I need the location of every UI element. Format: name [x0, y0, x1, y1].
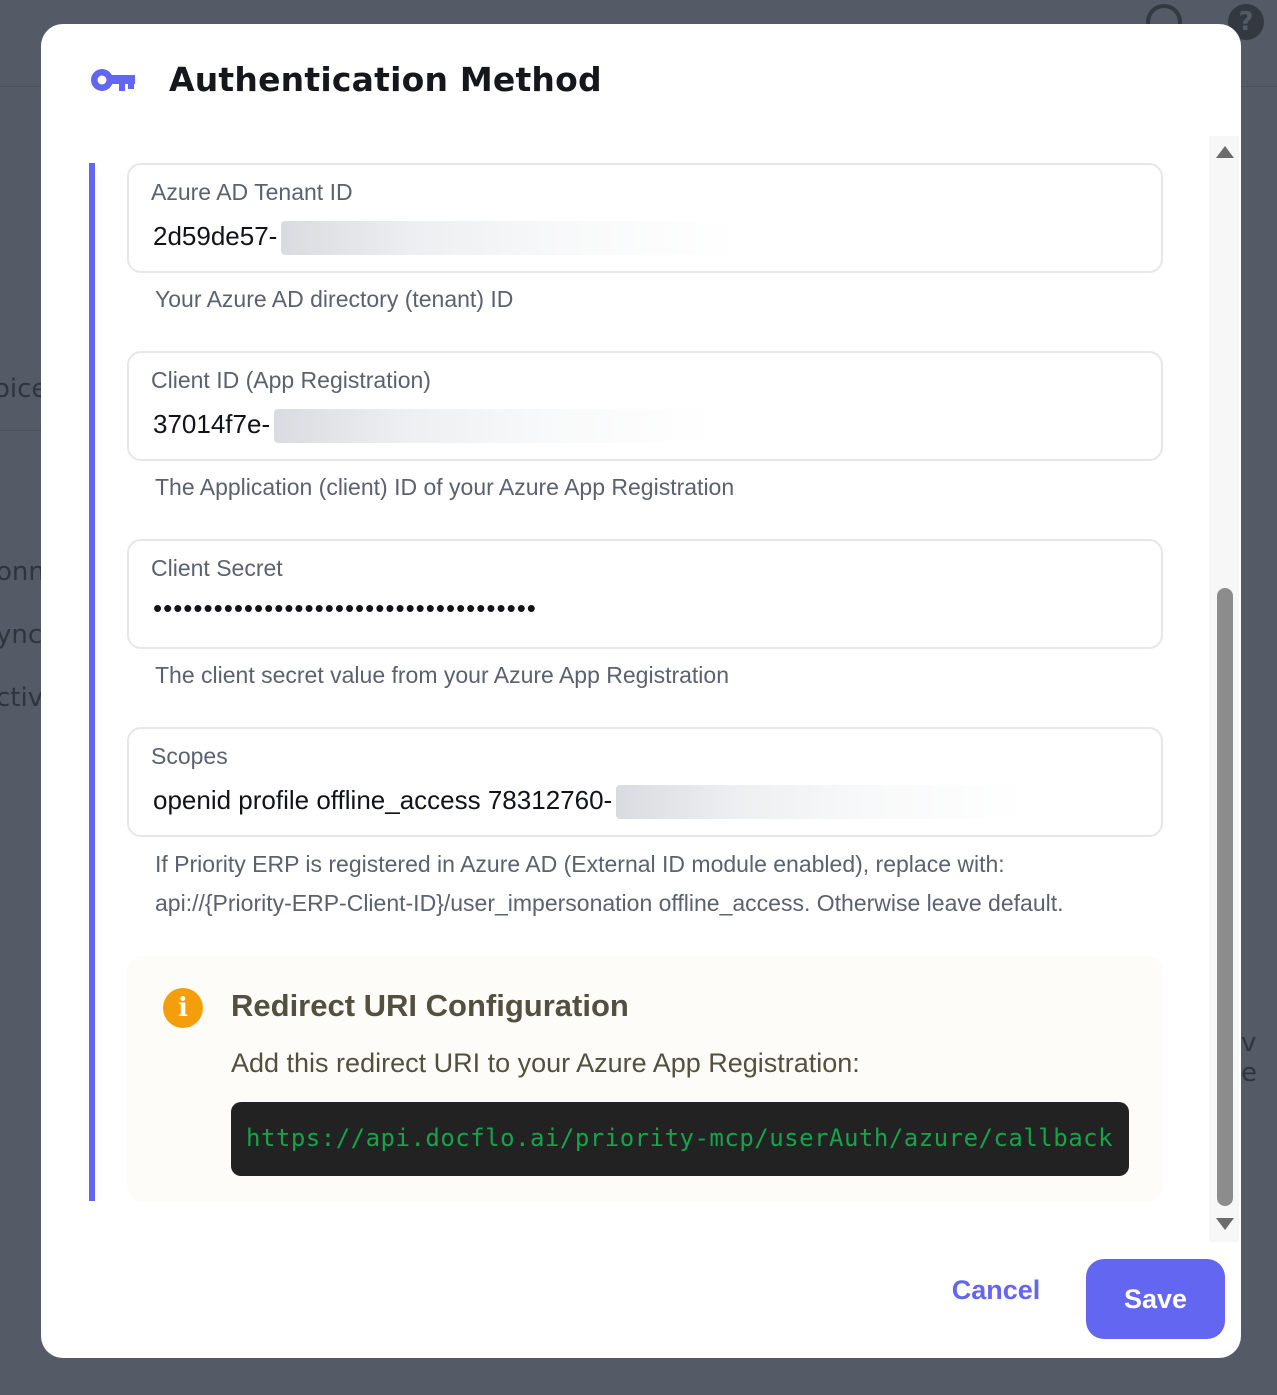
- dialog-body: Azure AD Tenant ID 2d59de57- Your Azure …: [41, 136, 1241, 1242]
- dialog-title: Authentication Method: [169, 60, 602, 99]
- client-secret-value[interactable]: ••••••••••••••••••••••••••••••••••••••: [153, 593, 537, 624]
- redirect-uri-text: https://api.docflo.ai/priority-mcp/userA…: [246, 1124, 1114, 1152]
- tenant-id-value: 2d59de57-: [153, 221, 278, 251]
- scroll-up-arrow-icon[interactable]: [1216, 146, 1234, 158]
- field-value[interactable]: 2d59de57-: [153, 221, 742, 256]
- field-label: Client Secret: [151, 555, 283, 581]
- info-icon: i: [163, 988, 203, 1028]
- backdrop-divider: [0, 430, 41, 431]
- tenant-id-field[interactable]: Azure AD Tenant ID 2d59de57-: [127, 163, 1163, 273]
- field-label: Client ID (App Registration): [151, 367, 431, 393]
- key-icon: [91, 69, 135, 91]
- backdrop-text: v e: [1241, 1028, 1257, 1088]
- section-accent-bar: [89, 163, 95, 1201]
- cancel-button[interactable]: Cancel: [931, 1262, 1061, 1318]
- field-value[interactable]: openid profile offline_access 78312760-: [153, 785, 1027, 820]
- authentication-method-dialog: Authentication Method Azure AD Tenant ID…: [41, 24, 1241, 1358]
- backdrop-text: ctiv: [0, 683, 44, 713]
- redacted-text: [281, 221, 742, 256]
- field-hint: Your Azure AD directory (tenant) ID: [155, 286, 514, 312]
- vertical-scrollbar[interactable]: [1209, 136, 1239, 1242]
- client-secret-field[interactable]: Client Secret ••••••••••••••••••••••••••…: [127, 539, 1163, 649]
- scroll-down-arrow-icon[interactable]: [1216, 1218, 1234, 1230]
- scopes-field[interactable]: Scopes openid profile offline_access 783…: [127, 727, 1163, 837]
- scrollbar-thumb[interactable]: [1217, 588, 1233, 1206]
- redirect-uri-code[interactable]: https://api.docflo.ai/priority-mcp/userA…: [231, 1102, 1129, 1176]
- save-button[interactable]: Save: [1086, 1259, 1225, 1339]
- redacted-text: [274, 409, 715, 444]
- dialog-header: Authentication Method: [41, 24, 1241, 136]
- client-id-value: 37014f7e-: [153, 409, 271, 439]
- redirect-uri-callout: i Redirect URI Configuration Add this re…: [127, 956, 1163, 1202]
- field-hint: api://{Priority-ERP-Client-ID}/user_impe…: [155, 890, 1064, 916]
- callout-title: Redirect URI Configuration: [231, 988, 629, 1023]
- field-label: Azure AD Tenant ID: [151, 179, 353, 205]
- backdrop-text: onn: [0, 557, 45, 587]
- field-label: Scopes: [151, 743, 228, 769]
- client-id-field[interactable]: Client ID (App Registration) 37014f7e-: [127, 351, 1163, 461]
- callout-text: Add this redirect URI to your Azure App …: [231, 1048, 860, 1078]
- scopes-value: openid profile offline_access 78312760-: [153, 785, 613, 815]
- field-hint: The Application (client) ID of your Azur…: [155, 474, 735, 500]
- field-hint: The client secret value from your Azure …: [155, 662, 730, 688]
- redacted-text: [616, 785, 1027, 820]
- field-hint: If Priority ERP is registered in Azure A…: [155, 851, 1005, 877]
- field-value[interactable]: 37014f7e-: [153, 409, 715, 444]
